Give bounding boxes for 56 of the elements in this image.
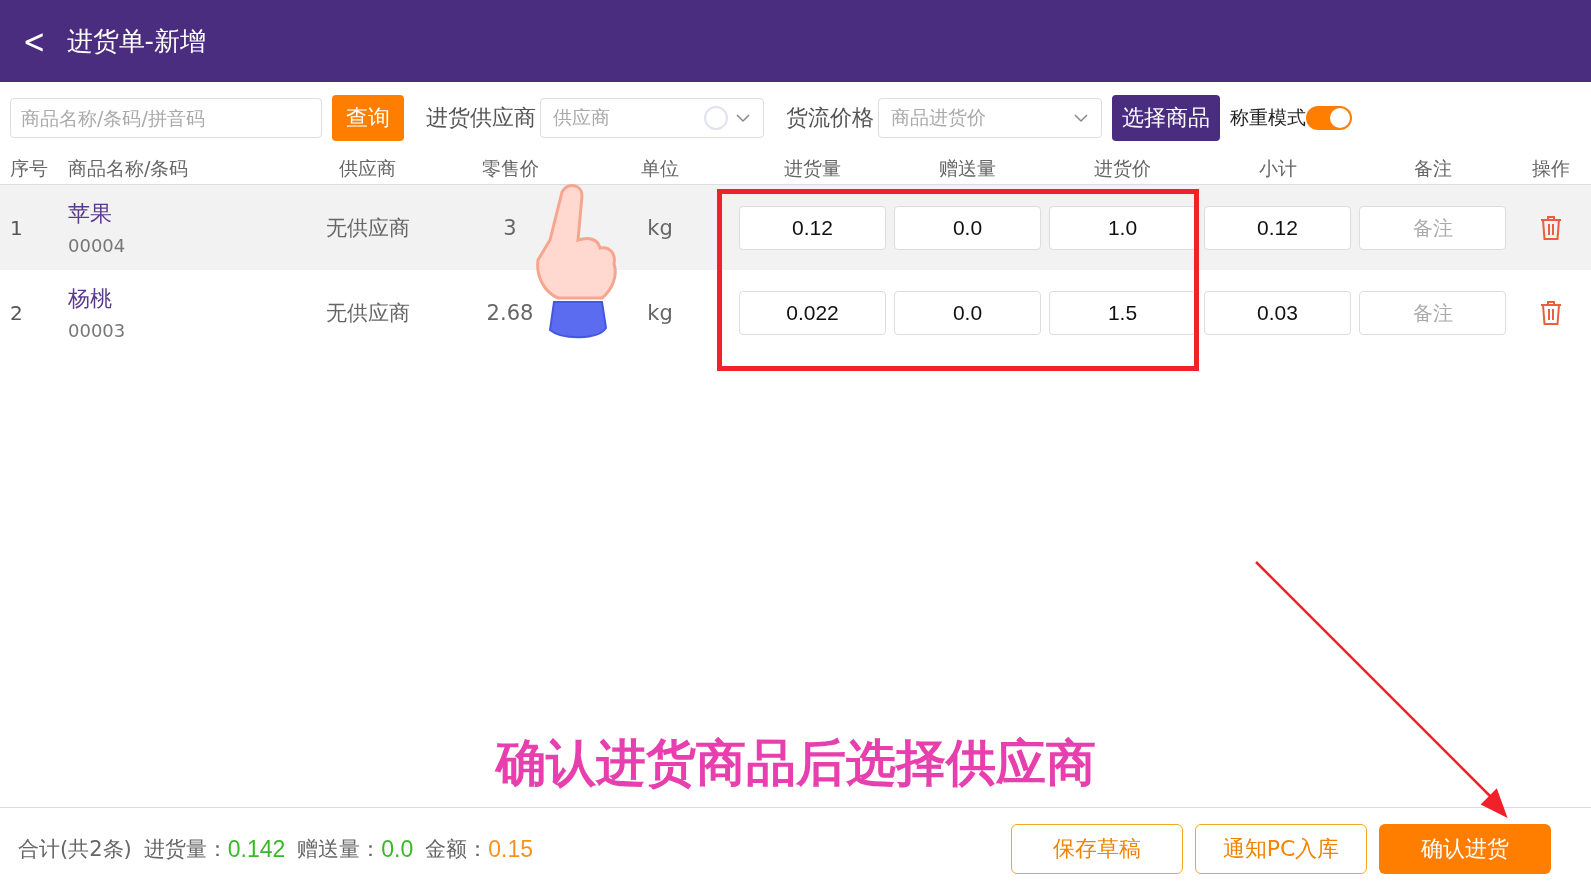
quantity-field[interactable]: 0.022 xyxy=(739,290,886,335)
back-button[interactable]: < xyxy=(22,21,46,61)
price-label: 货流价格 xyxy=(786,104,874,132)
remark-field[interactable]: 备注 xyxy=(1359,205,1506,250)
stat-value: 0.0 xyxy=(381,835,414,863)
stat-label: 金额： xyxy=(425,836,489,863)
product-code: 00003 xyxy=(68,320,126,341)
caption-text: 确认进货商品后选择供应商 xyxy=(493,733,1097,794)
loading-circle-icon xyxy=(703,105,729,131)
chevron-down-icon xyxy=(1073,113,1089,123)
column-header: 供应商 xyxy=(338,156,397,181)
column-header: 单位 xyxy=(640,156,680,181)
table-cell-text: kg xyxy=(646,215,674,240)
column-header: 进货量 xyxy=(783,156,842,181)
page-title: 进货单-新增 xyxy=(66,24,206,58)
column-header: 零售价 xyxy=(480,156,540,181)
remark-field[interactable]: 备注 xyxy=(1359,290,1506,335)
column-header: 小计 xyxy=(1257,156,1298,181)
table-cell-text: 2.68 xyxy=(485,300,535,325)
row-number: 2 xyxy=(10,300,24,325)
table-row[interactable]: 2 杨桃 00003 无供应商 2.68 kg 0.022 0.0 1.5 0.03 备注 xyxy=(0,270,1591,355)
search-field[interactable]: 商品名称/条码/拼音码 xyxy=(10,98,322,138)
stat-value: 0.142 xyxy=(227,835,286,863)
column-header: 备注 xyxy=(1412,156,1453,181)
weigh-mode-label: 称重模式 xyxy=(1230,105,1306,130)
price-field[interactable]: 1.0 xyxy=(1049,205,1196,250)
column-header: 商品名称/条码 xyxy=(68,156,190,181)
product-name: 杨桃 xyxy=(68,285,112,313)
table-cell-text: 无供应商 xyxy=(324,299,411,327)
table-row[interactable]: 1 苹果 00004 无供应商 3 kg 0.12 0.0 1.0 0.12 备注 xyxy=(0,185,1591,270)
column-header: 操作 xyxy=(1530,156,1571,181)
toggle-switch[interactable] xyxy=(1306,106,1352,130)
trash-icon[interactable] xyxy=(1539,299,1562,326)
trash-icon[interactable] xyxy=(1539,214,1562,241)
product-name: 苹果 xyxy=(68,200,112,228)
column-header: 赠送量 xyxy=(938,156,997,181)
stat-label: 赠送量： xyxy=(297,836,382,863)
supplier-label: 进货供应商 xyxy=(426,104,536,132)
gift-quantity-field[interactable]: 0.0 xyxy=(894,290,1041,335)
table-cell-text: 3 xyxy=(502,215,518,240)
product-code: 00004 xyxy=(68,235,126,256)
table-cell-text: kg xyxy=(646,300,674,325)
chevron-down-icon xyxy=(735,113,751,123)
subtotal-field: 0.03 xyxy=(1204,290,1351,335)
row-number: 1 xyxy=(10,215,24,240)
gift-quantity-field[interactable]: 0.0 xyxy=(894,205,1041,250)
stat-value: 0.15 xyxy=(488,835,534,863)
stat-label: 进货量： xyxy=(143,836,228,863)
table-cell-text: 无供应商 xyxy=(324,214,411,242)
column-header: 序号 xyxy=(10,156,49,181)
subtotal-field: 0.12 xyxy=(1204,205,1351,250)
column-header: 进货价 xyxy=(1093,156,1152,181)
summary-label: 合计(共2条) xyxy=(18,836,132,863)
choose-goods-button[interactable]: 选择商品 xyxy=(1112,95,1220,141)
price-field[interactable]: 1.5 xyxy=(1049,290,1196,335)
quantity-field[interactable]: 0.12 xyxy=(739,205,886,250)
